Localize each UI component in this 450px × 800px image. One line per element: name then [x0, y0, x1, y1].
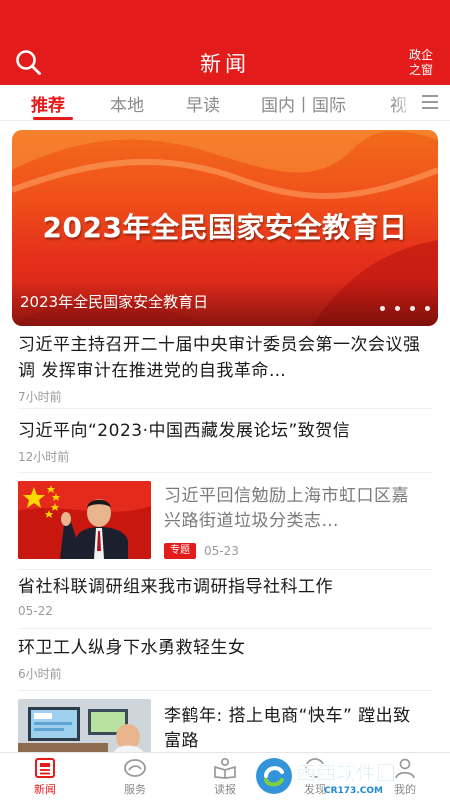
page-title: 新闻: [200, 52, 250, 76]
computer-user-image: [18, 699, 151, 753]
news-item[interactable]: 省社科联调研组来我市调研指导社科工作 05-22: [18, 574, 432, 618]
active-tab-indicator: [33, 117, 73, 120]
nav-read-paper[interactable]: 读报: [195, 757, 255, 797]
news-thumbnail[interactable]: [18, 699, 151, 753]
gov-window-label-line2: 之窗: [408, 63, 433, 77]
carousel-indicator: [375, 298, 430, 311]
divider: [18, 472, 432, 473]
tab-domestic-international[interactable]: 国内丨国际: [261, 91, 346, 116]
menu-icon[interactable]: [422, 95, 438, 109]
nav-news-label: 新闻: [34, 783, 56, 796]
nav-service[interactable]: 服务: [105, 757, 165, 797]
banner-carousel[interactable]: 2023年全民国家安全教育日 2023年全民国家安全教育日: [12, 130, 438, 326]
carousel-dot: [425, 306, 430, 311]
gov-window-button[interactable]: 政企 之窗: [404, 48, 438, 78]
newspaper-icon: [35, 758, 55, 778]
svg-text:CR173.COM: CR173.COM: [324, 786, 383, 796]
channel-tabs: 推荐 本地 早读 国内丨国际 视: [0, 85, 450, 121]
carousel-dot: [394, 306, 400, 311]
news-title[interactable]: 李鹤年: 搭上电商“快车” 蹚出致富路: [164, 704, 426, 754]
tab-local[interactable]: 本地: [110, 91, 144, 116]
topic-badge: 专题: [164, 543, 196, 559]
news-thumbnail[interactable]: [18, 481, 151, 559]
tab-morning-read[interactable]: 早读: [186, 91, 220, 116]
divider: [18, 408, 432, 409]
divider: [18, 690, 432, 691]
news-date: 05-23: [204, 544, 239, 558]
news-item[interactable]: 环卫工人纵身下水勇救轻生女 6小时前: [18, 635, 432, 682]
news-title: 省社科联调研组来我市调研指导社科工作: [18, 577, 333, 597]
news-date: 05-22: [18, 604, 53, 618]
portrait-flag-image: [18, 481, 151, 559]
news-title: 习近平向“2023·中国西藏发展论坛”致贺信: [18, 421, 351, 441]
news-title: 环卫工人纵身下水勇救轻生女: [18, 638, 246, 658]
carousel-dot: [379, 306, 385, 311]
svg-text:西西软件园: 西西软件园: [296, 761, 396, 785]
nav-service-label: 服务: [124, 783, 146, 796]
divider: [18, 628, 432, 629]
news-title: 习近平主持召开二十届中央审计委员会第一次会议强调 发挥审计在推进党的自我革命…: [18, 335, 421, 381]
divider: [18, 569, 432, 570]
news-title[interactable]: 习近平回信勉励上海市虹口区嘉兴路街道垃圾分类志…: [164, 484, 426, 534]
banner-headline: 2023年全民国家安全教育日: [42, 211, 408, 244]
news-item[interactable]: 习近平主持召开二十届中央审计委员会第一次会议强调 发挥审计在推进党的自我革命… …: [18, 332, 432, 405]
top-bar: 新闻 政企 之窗: [0, 0, 450, 85]
service-icon: [124, 759, 146, 777]
news-time: 7小时前: [18, 390, 62, 404]
banner-caption: 2023年全民国家安全教育日: [20, 293, 209, 311]
gov-window-label-line1: 政企: [408, 48, 433, 62]
news-item[interactable]: 习近平向“2023·中国西藏发展论坛”致贺信 12小时前: [18, 418, 432, 465]
tab-recommend[interactable]: 推荐: [31, 91, 65, 116]
tabs-fade: [392, 85, 416, 119]
read-paper-icon: [214, 757, 236, 779]
news-time: 12小时前: [18, 450, 70, 464]
nav-read-paper-label: 读报: [214, 783, 236, 796]
news-time: 6小时前: [18, 667, 62, 681]
carousel-dot: [409, 306, 415, 311]
watermark-logo: 西西软件园 CR173.COM: [252, 752, 444, 798]
nav-news[interactable]: 新闻: [15, 757, 75, 797]
